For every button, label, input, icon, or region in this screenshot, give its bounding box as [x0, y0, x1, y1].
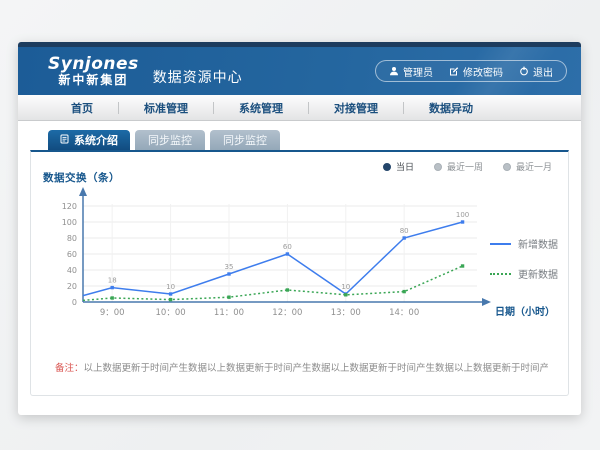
svg-text:9：00: 9：00 — [100, 308, 125, 318]
chart-legend: 新增数据 更新数据 — [490, 236, 558, 281]
svg-text:100: 100 — [62, 218, 77, 227]
svg-text:40: 40 — [67, 266, 77, 275]
tab-sync-monitor-1[interactable]: 同步监控 — [135, 130, 205, 150]
app-window: Synjones 新中新集团 数据资源中心 管理员 修改密码 — [18, 42, 581, 415]
svg-text:120: 120 — [62, 202, 77, 211]
app-header: Synjones 新中新集团 数据资源中心 管理员 修改密码 — [18, 47, 581, 95]
svg-text:35: 35 — [225, 263, 234, 271]
svg-text:100: 100 — [456, 211, 469, 219]
logo-brand-text: Synjones — [48, 55, 139, 74]
svg-text:14：00: 14：00 — [389, 308, 419, 318]
radio-option-last-month[interactable]: 最近一月 — [503, 160, 552, 173]
legend-label: 更新数据 — [518, 266, 558, 281]
content-area: 系统介绍 同步监控 同步监控 当日 最近一周 — [18, 121, 581, 396]
logout-button[interactable]: 退出 — [519, 64, 553, 79]
user-controls: 管理员 修改密码 退出 — [375, 60, 567, 82]
current-user[interactable]: 管理员 — [389, 64, 433, 79]
svg-text:60: 60 — [283, 243, 292, 251]
footnote-prefix: 备注： — [55, 363, 84, 374]
change-password-button[interactable]: 修改密码 — [449, 64, 503, 79]
document-icon — [60, 134, 69, 147]
chart-panel: 当日 最近一周 最近一月 数据交换（条） 0 20 40 60 80 100 120 9：00… — [30, 150, 569, 396]
main-nav: 首页 标准管理 系统管理 对接管理 数据异动 — [18, 95, 581, 121]
svg-text:10: 10 — [166, 283, 175, 291]
legend-item-new-data: 新增数据 — [490, 236, 558, 251]
radio-icon — [434, 163, 442, 171]
svg-text:0: 0 — [72, 298, 77, 307]
edit-icon — [449, 66, 459, 76]
radio-label: 最近一周 — [447, 160, 483, 173]
radio-label: 最近一月 — [516, 160, 552, 173]
svg-text:80: 80 — [400, 227, 409, 235]
svg-text:10: 10 — [341, 283, 350, 291]
user-icon — [389, 66, 399, 76]
svg-text:12：00: 12：00 — [272, 308, 302, 318]
legend-item-updated-data: 更新数据 — [490, 266, 558, 281]
logout-label: 退出 — [533, 64, 553, 79]
change-password-label: 修改密码 — [463, 64, 503, 79]
footnote: 备注：以上数据更新于时间产生数据以上数据更新于时间产生数据以上数据更新于时间产生… — [55, 360, 548, 374]
nav-item-home[interactable]: 首页 — [46, 100, 118, 116]
svg-text:10：00: 10：00 — [156, 308, 186, 318]
radio-icon — [383, 163, 391, 171]
nav-item-interface-management[interactable]: 对接管理 — [309, 100, 403, 116]
svg-text:20: 20 — [67, 282, 77, 291]
tab-label: 系统介绍 — [74, 132, 118, 148]
svg-text:60: 60 — [67, 250, 77, 259]
tab-system-intro[interactable]: 系统介绍 — [48, 130, 130, 150]
user-name-label: 管理员 — [403, 64, 433, 79]
page-title: 数据资源中心 — [153, 67, 243, 87]
tab-sync-monitor-2[interactable]: 同步监控 — [210, 130, 280, 150]
dotted-line-swatch — [490, 273, 511, 275]
svg-text:11：00: 11：00 — [214, 308, 244, 318]
nav-item-data-change[interactable]: 数据异动 — [404, 100, 498, 116]
power-icon — [519, 66, 529, 76]
tab-label: 同步监控 — [148, 132, 192, 148]
radio-option-last-week[interactable]: 最近一周 — [434, 160, 483, 173]
nav-item-standard-management[interactable]: 标准管理 — [119, 100, 213, 116]
radio-label: 当日 — [396, 160, 414, 173]
nav-item-system-management[interactable]: 系统管理 — [214, 100, 308, 116]
svg-text:18: 18 — [108, 277, 117, 285]
legend-label: 新增数据 — [518, 236, 558, 251]
tab-bar: 系统介绍 同步监控 同步监控 — [48, 129, 569, 150]
y-axis-title: 数据交换（条） — [43, 170, 120, 185]
tab-label: 同步监控 — [223, 132, 267, 148]
solid-line-swatch — [490, 243, 511, 245]
desktop-background: Synjones 新中新集团 数据资源中心 管理员 修改密码 — [0, 0, 600, 450]
logo-company-name: 新中新集团 — [48, 74, 139, 87]
svg-text:80: 80 — [67, 234, 77, 243]
radio-option-today[interactable]: 当日 — [383, 160, 414, 173]
time-range-filter: 当日 最近一周 最近一月 — [383, 160, 552, 173]
svg-text:日期（小时）: 日期（小时） — [495, 305, 555, 318]
svg-text:13：00: 13：00 — [331, 308, 361, 318]
footnote-text: 以上数据更新于时间产生数据以上数据更新于时间产生数据以上数据更新于时间产生数据以… — [84, 363, 548, 374]
radio-icon — [503, 163, 511, 171]
company-logo: Synjones 新中新集团 — [48, 55, 139, 87]
line-chart: 0 20 40 60 80 100 120 9：00 10：00 11：00 12：00 13：00 1… — [43, 184, 567, 324]
